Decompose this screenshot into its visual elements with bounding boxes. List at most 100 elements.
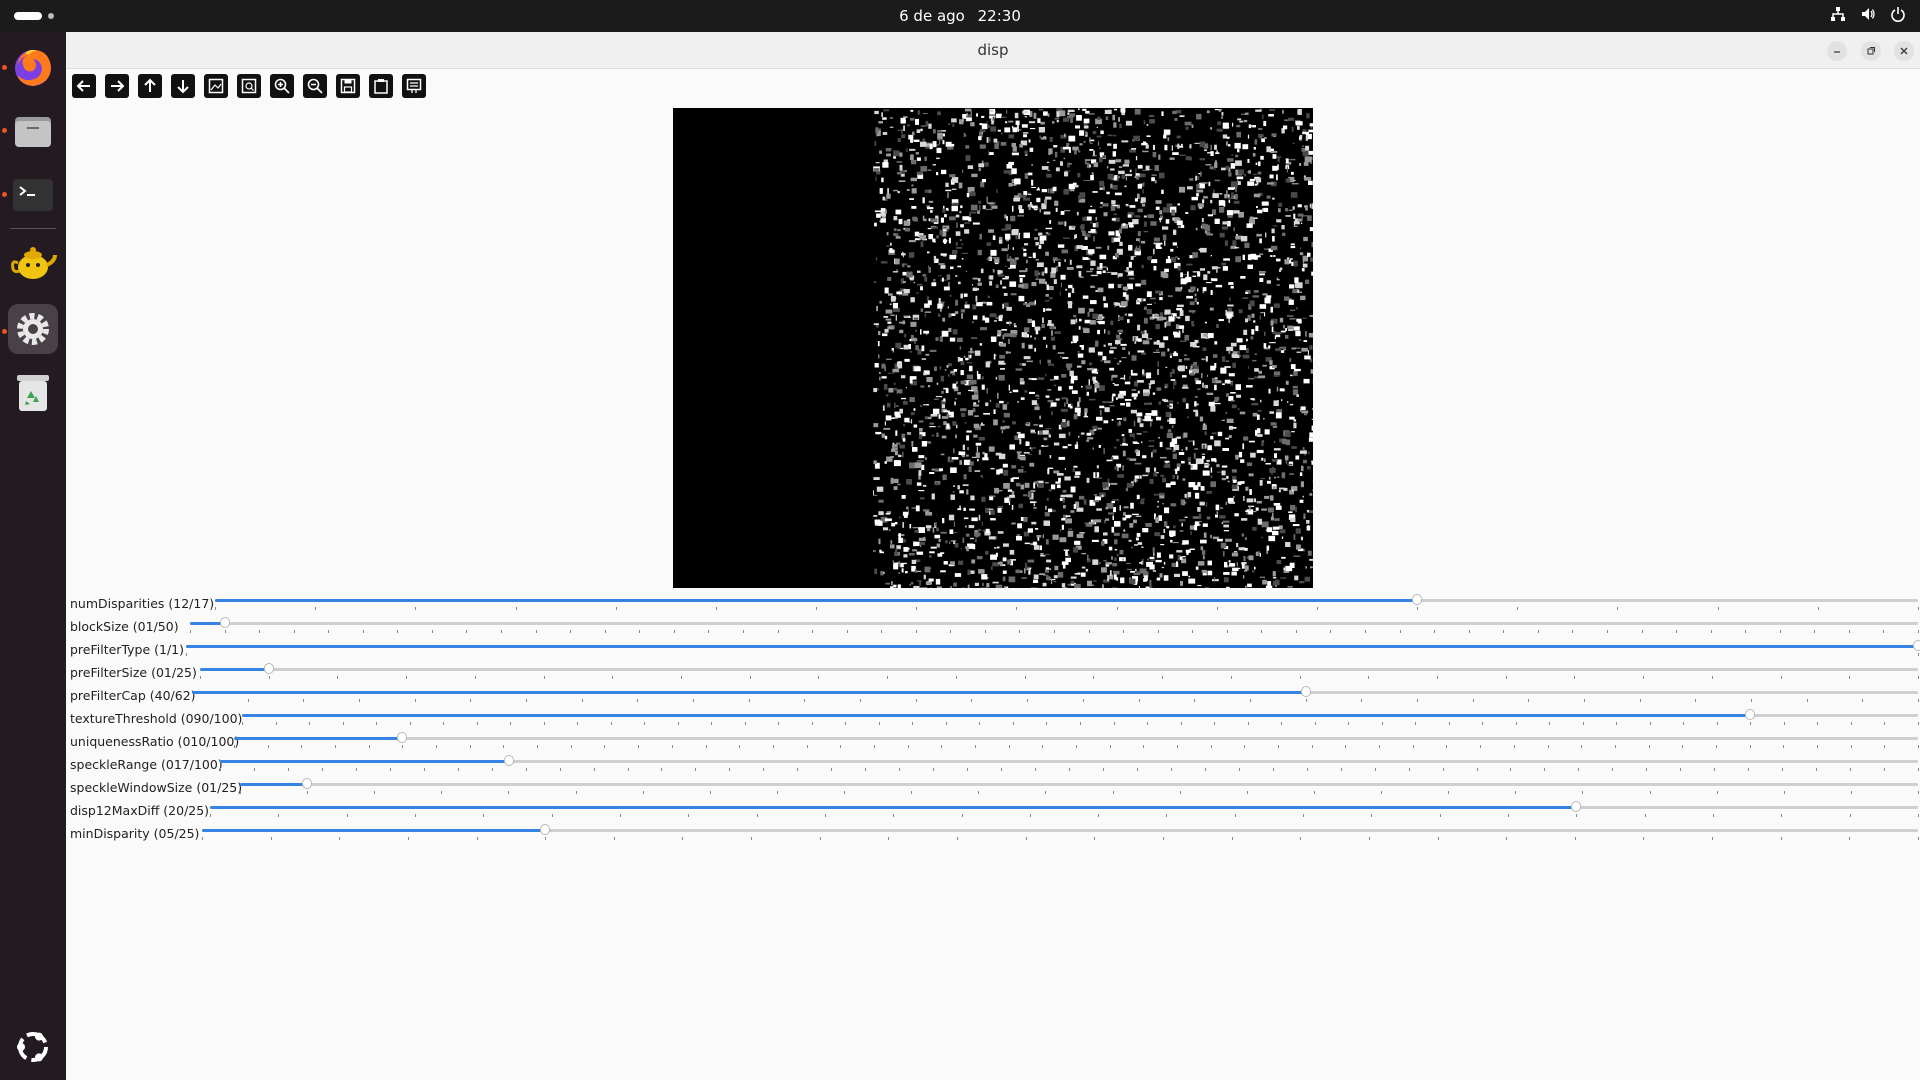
pan-up-button[interactable] <box>138 74 162 98</box>
top-bar: 6 de ago 22:30 <box>0 0 1920 32</box>
trackbar-slider[interactable] <box>242 709 1919 725</box>
trackbar-label: preFilterType (1/1) <box>70 642 185 657</box>
trackbar-ticks <box>202 837 1919 840</box>
trackbar-label: speckleRange (017/100) <box>70 757 223 772</box>
properties-button[interactable] <box>402 74 426 98</box>
dock-trash[interactable] <box>8 368 58 418</box>
trackbar-slider[interactable] <box>240 778 1919 794</box>
trackbar-fill <box>200 668 269 671</box>
copy-clipboard-button[interactable] <box>369 74 393 98</box>
zoom-out-icon <box>307 78 323 94</box>
trackbar-ticks <box>200 676 1919 679</box>
power-icon[interactable] <box>1890 6 1906 22</box>
trackbar-ticks <box>190 630 1919 633</box>
dock-terminal[interactable] <box>8 170 58 220</box>
clock-time: 22:30 <box>977 7 1021 25</box>
trackbar-thumb[interactable] <box>397 732 408 743</box>
arrow-left-icon <box>76 80 90 92</box>
trackbar-thumb[interactable] <box>1745 709 1756 720</box>
app-window: disp numDisparities (12/17) blockSize (01… <box>66 32 1920 1080</box>
dock-teapot-app[interactable] <box>8 236 58 286</box>
trackbar-slider[interactable] <box>234 732 1919 748</box>
zoom-out-button[interactable] <box>303 74 327 98</box>
trackbar-fill <box>192 691 1306 694</box>
running-indicator <box>2 192 7 197</box>
trackbar-fill <box>215 599 1418 602</box>
maximize-icon <box>1867 47 1875 55</box>
trackbar-fill <box>242 714 1751 717</box>
trackbar-ticks <box>234 745 1919 748</box>
trackbar-row: preFilterSize (01/25) <box>66 659 1920 682</box>
trackbar-label: uniquenessRatio (010/100) <box>70 734 240 749</box>
trackbar-thumb[interactable] <box>1300 686 1311 697</box>
pan-right-button[interactable] <box>105 74 129 98</box>
trackbar-thumb[interactable] <box>302 778 313 789</box>
show-apps-button[interactable] <box>8 1022 58 1072</box>
pan-left-button[interactable] <box>72 74 96 98</box>
trackbar-fill <box>186 645 1918 648</box>
trackbar-row: preFilterType (1/1) <box>66 636 1920 659</box>
trackbar-label: speckleWindowSize (01/25) <box>70 780 243 795</box>
trackbar-fill <box>210 806 1577 809</box>
trackbar-slider[interactable] <box>202 824 1919 840</box>
trackbar-fill <box>234 737 403 740</box>
dock-separator <box>10 228 56 229</box>
trackbar-slider[interactable] <box>190 617 1919 633</box>
trash-icon <box>17 375 49 411</box>
running-indicator <box>2 329 7 334</box>
trackbar-fill <box>220 760 509 763</box>
system-tray[interactable] <box>1830 6 1906 22</box>
terminal-icon <box>13 179 53 211</box>
dock-files[interactable] <box>8 106 58 156</box>
disparity-image[interactable] <box>673 108 1313 588</box>
clock[interactable]: 6 de ago 22:30 <box>0 0 1920 32</box>
trackbar-slider[interactable] <box>220 755 1919 771</box>
network-icon[interactable] <box>1830 6 1846 22</box>
trackbar-slider[interactable] <box>215 594 1919 610</box>
teapot-icon <box>11 247 57 279</box>
arrow-up-icon <box>144 78 156 92</box>
trackbar-thumb[interactable] <box>263 663 274 674</box>
trackbar-thumb[interactable] <box>540 824 551 835</box>
trackbar-groove <box>190 622 1918 625</box>
trackbar-slider[interactable] <box>186 640 1920 656</box>
dock-settings[interactable] <box>8 304 58 354</box>
save-button[interactable] <box>336 74 360 98</box>
trackbar-fill <box>240 783 308 786</box>
arrow-right-icon <box>111 80 125 92</box>
properties-icon <box>406 78 422 93</box>
trackbar-fill <box>202 829 546 832</box>
trackbar-groove <box>234 737 1918 740</box>
close-button[interactable] <box>1894 41 1914 61</box>
trackbar-thumb[interactable] <box>1571 801 1582 812</box>
pan-down-button[interactable] <box>171 74 195 98</box>
maximize-button[interactable] <box>1861 41 1881 61</box>
trackbar-thumb[interactable] <box>503 755 514 766</box>
clock-date: 6 de ago <box>899 7 965 25</box>
trackbar-label: minDisparity (05/25) <box>70 826 200 841</box>
image-icon <box>208 78 224 94</box>
trackbar-slider[interactable] <box>200 663 1919 679</box>
trackbar-thumb[interactable] <box>1913 640 1920 651</box>
image-zoom-icon <box>241 78 257 94</box>
trackbar-thumb[interactable] <box>219 617 230 628</box>
trackbar-label: blockSize (01/50) <box>70 619 179 634</box>
volume-icon[interactable] <box>1860 6 1876 22</box>
title-bar[interactable]: disp <box>66 32 1920 69</box>
zoom-fit-button[interactable] <box>204 74 228 98</box>
trackbar-ticks <box>240 791 1919 794</box>
trackbar-row: blockSize (01/50) <box>66 613 1920 636</box>
trackbar-row: minDisparity (05/25) <box>66 820 1920 843</box>
trackbar-slider[interactable] <box>210 801 1919 817</box>
trackbar-thumb[interactable] <box>1412 594 1423 605</box>
zoom-in-button[interactable] <box>270 74 294 98</box>
trackbar-ticks <box>220 768 1919 771</box>
trackbar-groove <box>240 783 1918 786</box>
trackbar-slider[interactable] <box>192 686 1919 702</box>
minimize-button[interactable] <box>1827 41 1847 61</box>
gear-icon <box>17 313 49 345</box>
trackbar-ticks <box>192 699 1919 702</box>
dock <box>0 32 66 1080</box>
dock-firefox[interactable] <box>8 42 58 92</box>
zoom-original-button[interactable] <box>237 74 261 98</box>
